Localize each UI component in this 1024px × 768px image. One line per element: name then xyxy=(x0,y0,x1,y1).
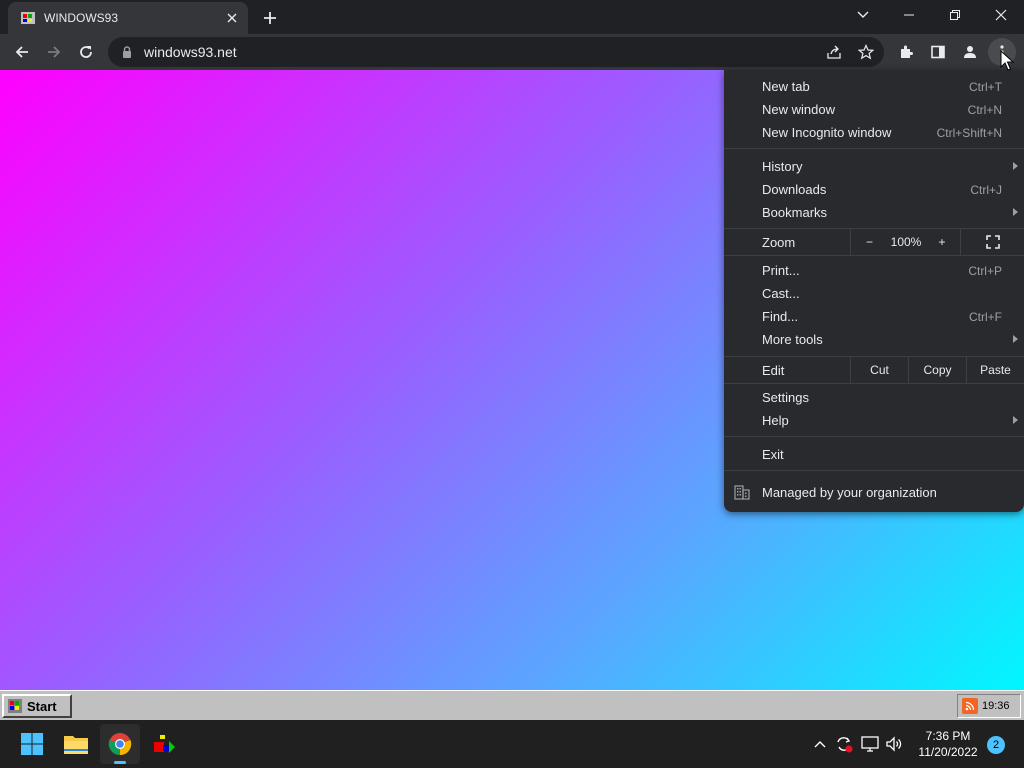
menu-item-new-incognito[interactable]: New Incognito window Ctrl+Shift+N xyxy=(724,121,1024,144)
profile-icon[interactable] xyxy=(956,38,984,66)
windows93-logo-icon xyxy=(7,698,23,714)
lock-icon[interactable] xyxy=(120,45,134,59)
windows93-start-button[interactable]: Start xyxy=(2,694,72,718)
paste-button[interactable]: Paste xyxy=(966,357,1024,383)
tab-windows93[interactable]: WINDOWS93 xyxy=(8,2,248,34)
menu-item-cast[interactable]: Cast... xyxy=(724,282,1024,305)
restore-button[interactable] xyxy=(932,0,978,30)
submenu-arrow-icon xyxy=(1013,162,1018,170)
edit-label: Edit xyxy=(762,362,785,378)
menu-item-downloads[interactable]: Downloads Ctrl+J xyxy=(724,178,1024,201)
active-app-indicator xyxy=(114,761,126,764)
chrome-menu: New tab Ctrl+T New window Ctrl+N New Inc… xyxy=(724,70,1024,512)
menu-separator xyxy=(724,148,1024,149)
chrome-menu-button[interactable] xyxy=(988,38,1016,66)
show-hidden-icons-icon[interactable] xyxy=(810,734,830,754)
new-tab-button[interactable] xyxy=(258,6,282,30)
windows93-taskbar: Start 19:36 xyxy=(0,690,1024,720)
bookmark-star-icon[interactable] xyxy=(852,38,880,66)
managed-by-organization[interactable]: Managed by your organization xyxy=(724,480,1024,504)
tab-strip: WINDOWS93 xyxy=(0,0,1024,34)
menu-item-history[interactable]: History xyxy=(724,155,1024,178)
fullscreen-icon[interactable] xyxy=(960,229,1024,255)
zoom-in-button[interactable]: + xyxy=(924,229,960,255)
copy-button[interactable]: Copy xyxy=(908,357,966,383)
windows-start-icon[interactable] xyxy=(12,724,52,764)
url-text: windows93.net xyxy=(144,44,237,60)
zoom-value: 100% xyxy=(890,235,922,249)
menu-item-find[interactable]: Find... Ctrl+F xyxy=(724,305,1024,328)
start-label: Start xyxy=(27,698,57,714)
menu-item-exit[interactable]: Exit xyxy=(724,443,1024,466)
side-panel-icon[interactable] xyxy=(924,38,952,66)
menu-item-print[interactable]: Print... Ctrl+P xyxy=(724,259,1024,282)
menu-separator xyxy=(724,383,1024,384)
close-window-button[interactable] xyxy=(978,0,1024,30)
network-icon[interactable] xyxy=(860,734,880,754)
windows93-tray: 19:36 xyxy=(957,694,1021,718)
extensions-icon[interactable] xyxy=(892,38,920,66)
menu-item-more-tools[interactable]: More tools xyxy=(724,328,1024,351)
menu-item-settings[interactable]: Settings xyxy=(724,386,1024,409)
edit-row: Edit Cut Copy Paste xyxy=(724,357,1024,383)
zoom-label: Zoom xyxy=(762,234,796,250)
windows93-clock: 19:36 xyxy=(982,700,1010,712)
file-explorer-icon[interactable] xyxy=(56,724,96,764)
notification-badge[interactable]: 2 xyxy=(987,736,1005,754)
menu-separator xyxy=(724,470,1024,471)
zoom-row: Zoom − 100% + xyxy=(724,229,1024,255)
system-clock[interactable]: 7:36 PM 11/20/2022 xyxy=(912,728,984,760)
back-button[interactable] xyxy=(8,38,36,66)
shapes-app-icon[interactable] xyxy=(144,724,184,764)
address-bar[interactable]: windows93.net xyxy=(108,37,884,67)
menu-item-new-tab[interactable]: New tab Ctrl+T xyxy=(724,75,1024,98)
chrome-taskbar-icon[interactable] xyxy=(100,724,140,764)
sync-alert-icon[interactable] xyxy=(834,734,854,754)
volume-icon[interactable] xyxy=(884,734,904,754)
menu-separator xyxy=(724,255,1024,256)
menu-separator xyxy=(724,436,1024,437)
rss-icon[interactable] xyxy=(962,698,978,714)
cut-button[interactable]: Cut xyxy=(850,357,908,383)
tab-close-icon[interactable] xyxy=(224,10,240,26)
submenu-arrow-icon xyxy=(1013,208,1018,216)
menu-item-help[interactable]: Help xyxy=(724,409,1024,432)
share-icon[interactable] xyxy=(820,38,848,66)
tab-title: WINDOWS93 xyxy=(44,11,119,25)
building-icon xyxy=(734,484,750,500)
zoom-out-button[interactable]: − xyxy=(850,229,888,255)
forward-button[interactable] xyxy=(40,38,68,66)
windows93-favicon-icon xyxy=(20,10,36,26)
browser-toolbar: windows93.net xyxy=(0,34,1024,70)
tab-search-icon[interactable] xyxy=(840,0,886,30)
submenu-arrow-icon xyxy=(1013,416,1018,424)
submenu-arrow-icon xyxy=(1013,335,1018,343)
clock-date: 11/20/2022 xyxy=(918,745,978,759)
minimize-button[interactable] xyxy=(886,0,932,30)
reload-button[interactable] xyxy=(72,38,100,66)
windows-taskbar: 7:36 PM 11/20/2022 xyxy=(0,720,1024,768)
clock-time: 7:36 PM xyxy=(925,729,971,743)
menu-item-new-window[interactable]: New window Ctrl+N xyxy=(724,98,1024,121)
menu-item-bookmarks[interactable]: Bookmarks xyxy=(724,201,1024,224)
